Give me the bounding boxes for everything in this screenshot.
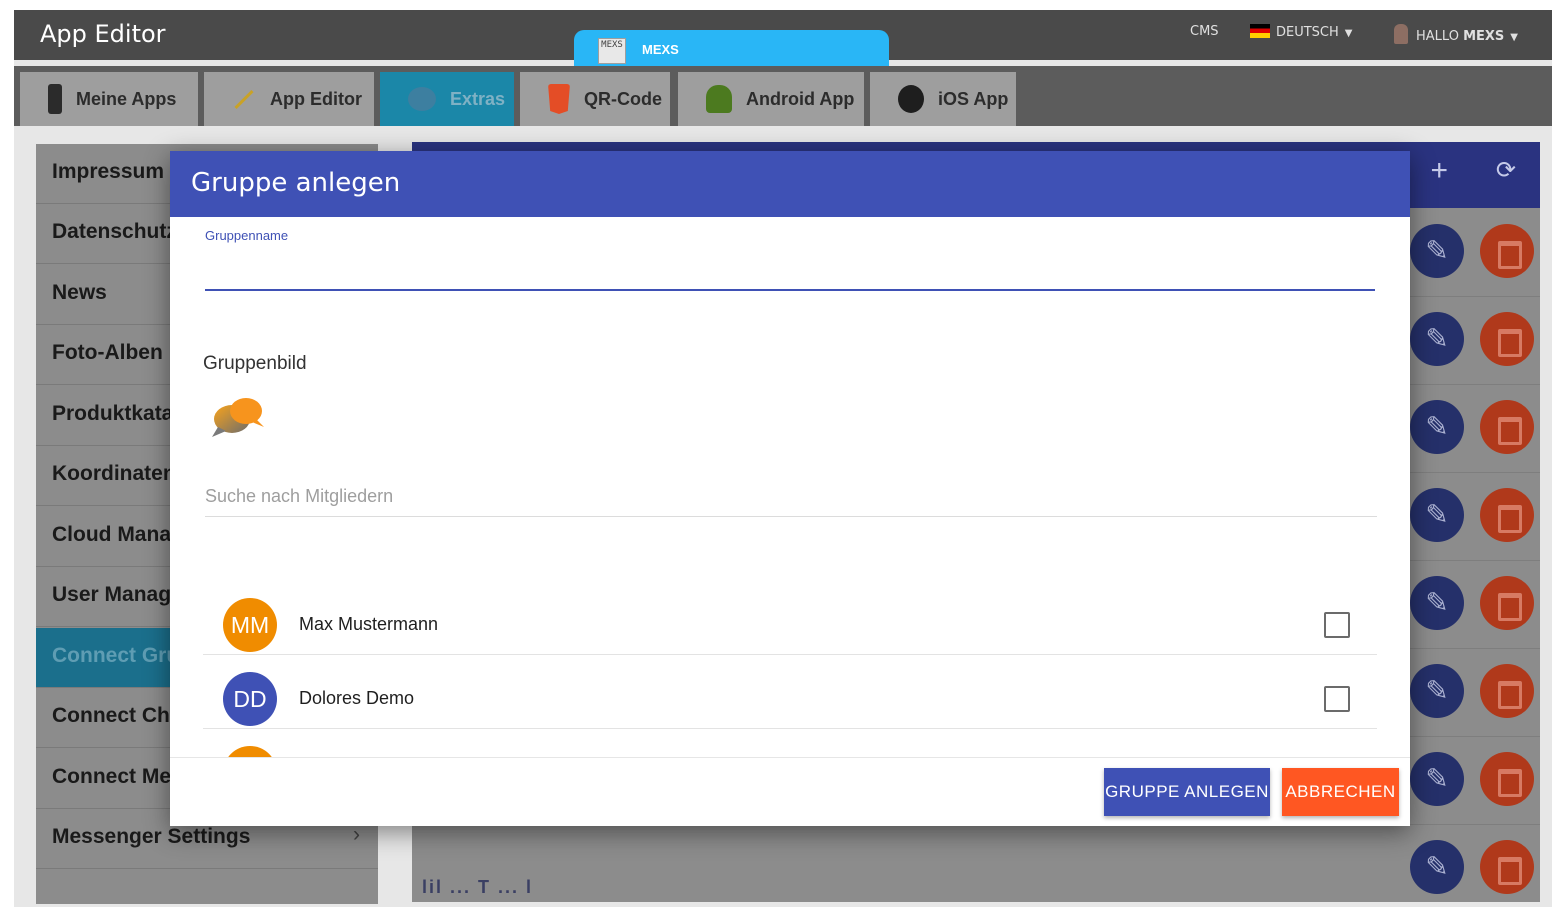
phone-icon: [48, 84, 62, 114]
language-label: DEUTSCH: [1276, 25, 1339, 40]
tab-label: Meine Apps: [76, 88, 177, 109]
tab-qr-code[interactable]: QR-Code: [520, 72, 670, 126]
tab-ios-app[interactable]: iOS App: [870, 72, 1016, 126]
pencil-icon: [234, 89, 254, 109]
sidebar-item-label: Impressum: [52, 160, 165, 183]
tab-label: App Editor: [270, 88, 362, 109]
sidebar-item-label: Foto-Alben: [52, 341, 163, 364]
create-group-button[interactable]: GRUPPE ANLEGEN: [1104, 768, 1270, 816]
member-list: MM Max Mustermann DD Dolores Demo: [170, 581, 1410, 757]
sidebar-item-label: Datenschutz: [52, 220, 177, 243]
delete-button[interactable]: [1480, 312, 1534, 366]
brand-label: MEXS: [642, 42, 679, 57]
edit-button[interactable]: [1410, 224, 1464, 278]
delete-button[interactable]: [1480, 664, 1534, 718]
main-tab-bar: Meine Apps App Editor Extras QR-Code And…: [14, 66, 1552, 126]
delete-button[interactable]: [1480, 752, 1534, 806]
member-row[interactable]: MM Max Mustermann: [203, 581, 1377, 655]
sidebar-item-label: Koordinaten: [52, 462, 176, 485]
delete-button[interactable]: [1480, 488, 1534, 542]
tab-label: Android App: [746, 88, 855, 109]
edit-button[interactable]: [1410, 488, 1464, 542]
user-name: MEXS: [1463, 29, 1505, 44]
german-flag-icon: [1250, 24, 1270, 38]
tab-android-app[interactable]: Android App: [678, 72, 864, 126]
refresh-icon[interactable]: ⟳: [1496, 158, 1516, 184]
android-icon: [706, 85, 732, 113]
edit-button[interactable]: [1410, 840, 1464, 894]
edit-button[interactable]: [1410, 664, 1464, 718]
app-title: App Editor: [40, 20, 166, 48]
avatar: [223, 746, 277, 757]
user-avatar-icon: [1394, 24, 1408, 44]
group-name-label: Gruppenname: [205, 228, 289, 243]
edit-button[interactable]: [1410, 312, 1464, 366]
delete-button[interactable]: [1480, 224, 1534, 278]
tab-label: QR-Code: [584, 88, 662, 109]
greeting-label: HALLO: [1416, 29, 1459, 44]
member-checkbox[interactable]: [1324, 686, 1350, 712]
member-checkbox[interactable]: [1324, 612, 1350, 638]
caret-down-icon: ▼: [1510, 32, 1518, 43]
sidebar-item-label: Messenger Settings: [52, 825, 251, 848]
avatar: MM: [223, 598, 277, 652]
cancel-button[interactable]: ABBRECHEN: [1282, 768, 1399, 816]
chevron-right-icon: ›: [353, 823, 360, 846]
edit-button[interactable]: [1410, 752, 1464, 806]
member-row[interactable]: DD Dolores Demo: [203, 655, 1377, 729]
create-group-dialog: Gruppe anlegen Gruppenname Gruppenbild M…: [170, 151, 1410, 826]
chat-bubbles-icon[interactable]: [208, 391, 270, 443]
user-menu[interactable]: HALLO MEXS ▼: [1394, 24, 1518, 44]
edit-button[interactable]: [1410, 400, 1464, 454]
extras-icon: [408, 87, 436, 111]
language-dropdown[interactable]: DEUTSCH ▼: [1250, 24, 1353, 40]
tab-extras[interactable]: Extras: [380, 72, 514, 126]
caret-down-icon: ▼: [1344, 28, 1353, 39]
mexs-logo-icon: MEXS: [598, 38, 626, 64]
group-image-label: Gruppenbild: [203, 353, 307, 374]
sidebar-item-label: News: [52, 281, 107, 304]
apple-icon: [898, 85, 924, 113]
member-name: Dolores Demo: [299, 688, 415, 708]
html5-icon: [548, 84, 570, 114]
avatar: DD: [223, 672, 277, 726]
edit-button[interactable]: [1410, 576, 1464, 630]
tab-meine-apps[interactable]: Meine Apps: [20, 72, 198, 126]
member-row[interactable]: [203, 729, 1377, 757]
dialog-footer: GRUPPE ANLEGEN ABBRECHEN: [170, 757, 1410, 826]
dialog-header: Gruppe anlegen: [170, 151, 1410, 217]
dialog-title: Gruppe anlegen: [191, 168, 401, 198]
tab-app-editor[interactable]: App Editor: [204, 72, 374, 126]
tab-label: iOS App: [938, 88, 1009, 109]
delete-button[interactable]: [1480, 576, 1534, 630]
tab-label: Extras: [450, 88, 506, 109]
member-name: Max Mustermann: [299, 614, 439, 634]
add-icon[interactable]: +: [1430, 156, 1448, 186]
member-search-input[interactable]: [205, 477, 1377, 517]
group-name-input[interactable]: [205, 247, 1375, 291]
row-title-peek: lil ... T ... l: [422, 877, 534, 897]
cms-link[interactable]: CMS: [1190, 24, 1219, 39]
delete-button[interactable]: [1480, 400, 1534, 454]
delete-button[interactable]: [1480, 840, 1534, 894]
